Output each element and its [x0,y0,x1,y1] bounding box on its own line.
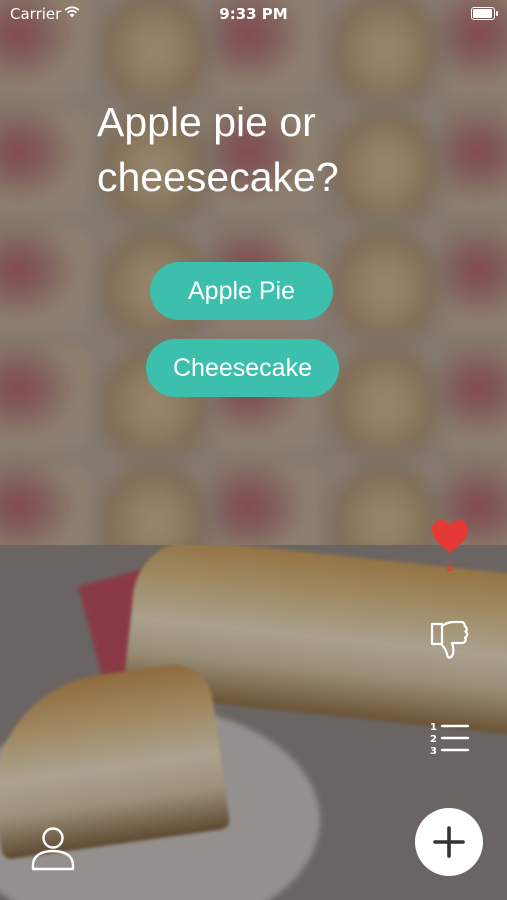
svg-text:3: 3 [430,746,437,756]
svg-text:1: 1 [430,722,437,733]
numbered-list-icon[interactable]: 1 2 3 [428,720,470,756]
answer-cheesecake-button[interactable]: Cheesecake [146,339,339,397]
like-count: 2 [445,560,455,575]
add-button[interactable] [415,808,483,876]
svg-text:2: 2 [430,734,437,745]
plus-icon [433,826,465,858]
battery-level [473,9,492,18]
question-title: Apple pie or cheesecake? [97,99,339,200]
thumbs-down-icon[interactable] [428,618,470,662]
clock: 9:33 PM [219,5,288,23]
answer-apple-pie-button[interactable]: Apple Pie [150,262,333,320]
user-icon[interactable] [30,825,76,871]
heart-icon[interactable] [431,519,469,555]
battery-icon [471,7,498,20]
status-bar: Carrier 9:33 PM [0,0,507,28]
